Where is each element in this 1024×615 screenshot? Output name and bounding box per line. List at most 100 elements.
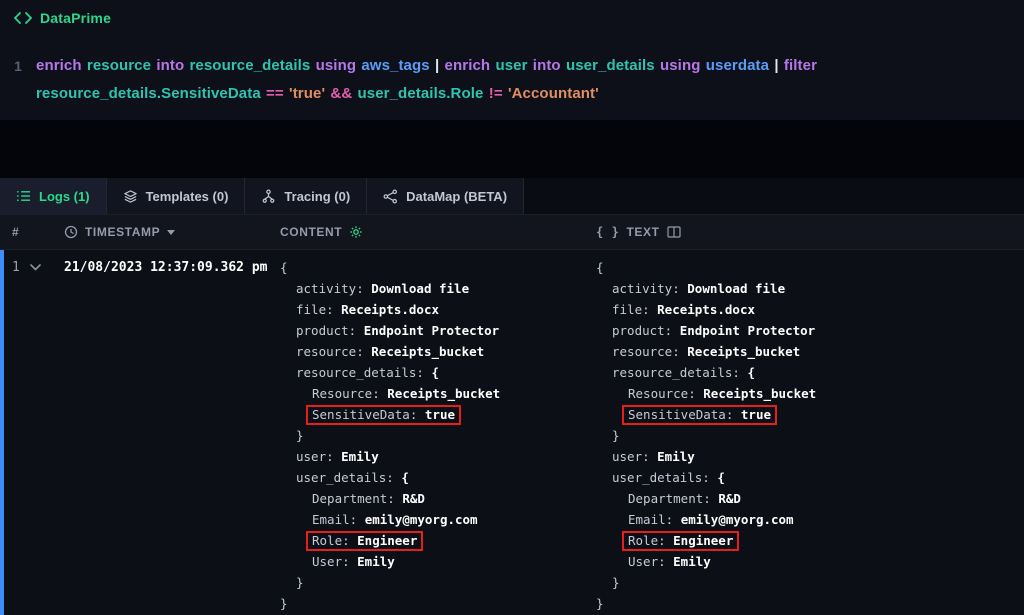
json-key: resource_details: bbox=[612, 365, 747, 380]
query-token-keyword: using bbox=[660, 57, 706, 74]
json-line: product: Endpoint Protector bbox=[596, 320, 1024, 341]
column-header-index: # bbox=[0, 225, 52, 239]
query-token-table: userdata bbox=[706, 57, 775, 74]
json-key: Email: bbox=[312, 512, 365, 527]
query-token-field: resource_details.SensitiveData bbox=[36, 85, 266, 102]
braces-icon: { } bbox=[596, 225, 619, 239]
query-token-field: resource_details bbox=[189, 57, 315, 74]
json-key: Role: bbox=[312, 533, 357, 548]
row-content-json: {activity: Download filefile: Receipts.d… bbox=[268, 257, 584, 614]
tab-logs[interactable]: Logs (1) bbox=[0, 178, 107, 214]
row-text-json: {activity: Download filefile: Receipts.d… bbox=[584, 257, 1024, 614]
json-value: R&D bbox=[718, 491, 741, 506]
red-highlight-box: Role: Engineer bbox=[622, 531, 739, 551]
json-value: Receipts.docx bbox=[341, 302, 439, 317]
table-columns-icon[interactable] bbox=[667, 226, 681, 238]
clock-icon bbox=[64, 225, 78, 239]
json-value: { bbox=[431, 365, 439, 380]
tab-bar: Logs (1) Templates (0) Tracing (0) DataMap … bbox=[0, 178, 1024, 214]
json-value: R&D bbox=[402, 491, 425, 506]
query-token-keyword: enrich bbox=[445, 57, 496, 74]
json-key: user_details: bbox=[296, 470, 401, 485]
json-value: Emily bbox=[657, 449, 695, 464]
json-key: User: bbox=[312, 554, 357, 569]
timestamp-column-label: TIMESTAMP bbox=[85, 225, 160, 239]
red-highlight-box: SensitiveData: true bbox=[306, 405, 461, 425]
json-line: file: Receipts.docx bbox=[596, 299, 1024, 320]
json-value: Receipts.docx bbox=[657, 302, 755, 317]
json-key: activity: bbox=[612, 281, 687, 296]
tab-tracing[interactable]: Tracing (0) bbox=[245, 178, 367, 214]
json-key: activity: bbox=[296, 281, 371, 296]
json-value: emily@myorg.com bbox=[365, 512, 478, 527]
json-line: Department: R&D bbox=[280, 488, 584, 509]
json-value: true bbox=[741, 407, 771, 422]
column-header-timestamp[interactable]: TIMESTAMP bbox=[52, 225, 268, 239]
text-column-label: TEXT bbox=[626, 225, 659, 239]
query-token-table: aws_tags bbox=[361, 57, 435, 74]
json-key: user: bbox=[296, 449, 341, 464]
row-expand-chevron-down-icon[interactable] bbox=[30, 257, 41, 278]
editor-spacer bbox=[0, 120, 1024, 178]
tracing-icon bbox=[261, 189, 276, 204]
json-line: Email: emily@myorg.com bbox=[596, 509, 1024, 530]
json-key: SensitiveData: bbox=[628, 407, 741, 422]
json-value: Endpoint Protector bbox=[364, 323, 499, 338]
json-line: } bbox=[596, 425, 1024, 446]
json-key: User: bbox=[628, 554, 673, 569]
row-index: 1 bbox=[12, 257, 20, 278]
json-line: user: Emily bbox=[596, 446, 1024, 467]
query-token-operator: && bbox=[330, 85, 357, 102]
json-line: resource: Receipts_bucket bbox=[280, 341, 584, 362]
logs-icon bbox=[16, 189, 31, 203]
row-accent-bar bbox=[0, 250, 4, 615]
query-token-field: user bbox=[495, 57, 532, 74]
json-key: user: bbox=[612, 449, 657, 464]
json-key: Department: bbox=[628, 491, 718, 506]
json-brace: } bbox=[612, 575, 620, 590]
json-key: Department: bbox=[312, 491, 402, 506]
json-line: product: Endpoint Protector bbox=[280, 320, 584, 341]
code-brackets-icon bbox=[14, 12, 32, 24]
tab-label: Tracing (0) bbox=[284, 189, 350, 204]
json-line: user_details: { bbox=[280, 467, 584, 488]
json-key: file: bbox=[296, 302, 341, 317]
json-line: file: Receipts.docx bbox=[280, 299, 584, 320]
gear-icon[interactable] bbox=[349, 225, 363, 239]
json-line: activity: Download file bbox=[280, 278, 584, 299]
query-editor[interactable]: 1 enrich resource into resource_details … bbox=[0, 36, 1024, 120]
json-line: { bbox=[280, 257, 584, 278]
json-line: Department: R&D bbox=[596, 488, 1024, 509]
json-line: resource_details: { bbox=[596, 362, 1024, 383]
json-key: file: bbox=[612, 302, 657, 317]
query-input[interactable]: enrich resource into resource_details us… bbox=[36, 52, 1010, 108]
datamap-icon bbox=[383, 189, 398, 204]
json-brace: } bbox=[296, 575, 304, 590]
log-row[interactable]: 1 21/08/2023 12:37:09.362 pm {activity: … bbox=[0, 250, 1024, 614]
json-value: Receipts_bucket bbox=[687, 344, 800, 359]
json-line: } bbox=[280, 572, 584, 593]
json-brace: } bbox=[596, 596, 604, 611]
tab-templates[interactable]: Templates (0) bbox=[107, 178, 246, 214]
json-line: Resource: Receipts_bucket bbox=[280, 383, 584, 404]
json-value: Receipts_bucket bbox=[387, 386, 500, 401]
json-line: Email: emily@myorg.com bbox=[280, 509, 584, 530]
json-key: product: bbox=[612, 323, 680, 338]
json-value: true bbox=[425, 407, 455, 422]
tab-datamap[interactable]: DataMap (BETA) bbox=[367, 178, 524, 214]
content-column-label: CONTENT bbox=[280, 225, 342, 239]
json-value: Receipts_bucket bbox=[703, 386, 816, 401]
json-line: Role: Engineer bbox=[596, 530, 1024, 551]
tab-label: Logs (1) bbox=[39, 189, 90, 204]
query-token-field: user_details.Role bbox=[358, 85, 489, 102]
json-line: } bbox=[596, 593, 1024, 614]
json-key: resource: bbox=[296, 344, 371, 359]
json-value: emily@myorg.com bbox=[681, 512, 794, 527]
query-token-string: 'true' bbox=[289, 85, 330, 102]
json-value: Receipts_bucket bbox=[371, 344, 484, 359]
json-brace: } bbox=[296, 428, 304, 443]
red-highlight-box: Role: Engineer bbox=[306, 531, 423, 551]
query-token-keyword: into bbox=[533, 57, 566, 74]
json-key: resource: bbox=[612, 344, 687, 359]
sort-caret-down-icon[interactable] bbox=[167, 230, 175, 235]
